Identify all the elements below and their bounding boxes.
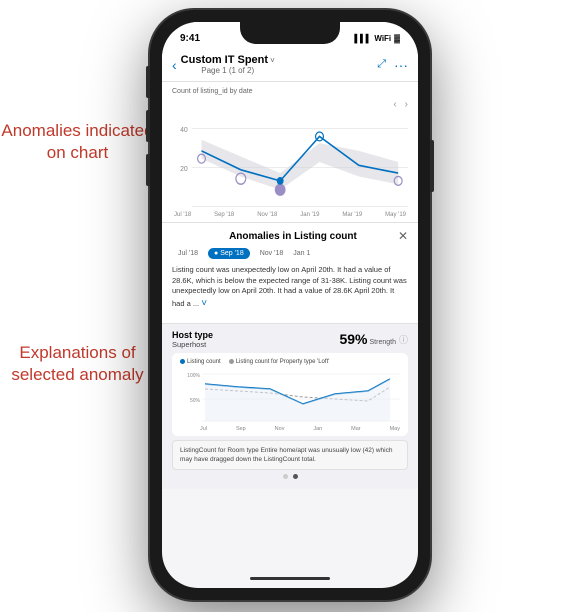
host-type-info: Host type Superhost: [172, 330, 213, 349]
phone-wrapper: 9:41 ▌▌▌ WiFi ▓ ‹ Custom IT Spent ˅: [150, 10, 430, 600]
svg-text:20: 20: [180, 163, 188, 173]
x-label-jan: Jan '19: [300, 212, 319, 218]
host-type-section: Host type Superhost 59% Strength ⓘ: [162, 323, 418, 489]
chevron-down-icon[interactable]: ˅: [270, 56, 275, 65]
anomaly-text: Listing count was unexpectedly low on Ap…: [172, 265, 408, 311]
nav-title-group: Custom IT Spent ˅ Page 1 (1 of 2): [181, 54, 275, 75]
info-icon[interactable]: ⓘ: [399, 333, 408, 346]
nav-subtitle: Page 1 (1 of 2): [181, 66, 275, 75]
annotation-bottom-line1: Explanations of: [19, 343, 135, 362]
annotation-top: Anomalies indicated on chart: [0, 120, 155, 164]
mini-chart-svg: 100% 50%: [180, 369, 400, 424]
nav-title: Custom IT Spent: [181, 54, 268, 66]
read-more-icon[interactable]: ˅: [201, 298, 207, 309]
anomaly-description: Listing count was unexpectedly low on Ap…: [172, 265, 407, 307]
annotation-top-line2: on chart: [47, 143, 108, 162]
mini-x-jul: Jul: [200, 426, 207, 432]
bottom-explanation: ListingCount for Room type Entire home/a…: [172, 440, 408, 470]
anomalies-panel: Anomalies in Listing count ✕ Jul '18 ● S…: [162, 222, 418, 323]
legend-dot-blue: [180, 359, 185, 364]
x-label-may: May '19: [385, 212, 406, 218]
legend-dot-gray: [229, 359, 234, 364]
svg-text:50%: 50%: [190, 398, 201, 404]
chart-x-labels: Jul '18 Sep '18 Nov '18 Jan '19 Mar '19 …: [172, 212, 408, 218]
legend-label-loft: Listing count for Property type 'Loft': [236, 359, 330, 365]
mini-x-nov: Nov: [275, 426, 285, 432]
annotation-bottom: Explanations of selected anomaly: [0, 342, 155, 386]
annotation-bottom-line2: selected anomaly: [11, 365, 143, 384]
mini-x-mar: Mar: [351, 426, 360, 432]
back-button[interactable]: ‹: [172, 57, 177, 73]
left-annotations: Anomalies indicated on chart Explanation…: [0, 0, 155, 612]
legend-label-listing: Listing count: [187, 359, 221, 365]
chart-section: Count of listing_id by date ‹ › 40 20: [162, 82, 418, 222]
svg-text:100%: 100%: [187, 373, 200, 379]
anomalies-header: Anomalies in Listing count ✕: [172, 229, 408, 243]
wifi-icon: WiFi: [374, 34, 391, 43]
legend-property-loft: Listing count for Property type 'Loft': [229, 359, 330, 365]
expand-icon[interactable]: ⤢: [377, 58, 386, 71]
tab-jul18[interactable]: Jul '18: [172, 248, 204, 259]
x-label-mar: Mar '19: [342, 212, 362, 218]
mini-chart-x-labels: Jul Sep Nov Jan Mar May: [180, 426, 400, 432]
host-type-row: Host type Superhost 59% Strength ⓘ: [172, 330, 408, 349]
anomalies-close-button[interactable]: ✕: [398, 229, 408, 243]
annotation-top-line1: Anomalies indicated: [1, 121, 153, 140]
mini-x-may: May: [390, 426, 400, 432]
chart-prev-btn[interactable]: ‹: [393, 99, 396, 110]
nav-title-area: ‹ Custom IT Spent ˅ Page 1 (1 of 2): [172, 54, 275, 75]
nav-right-icons: ⤢ ···: [377, 57, 408, 73]
chart-svg: 40 20: [172, 112, 408, 212]
signal-icon: ▌▌▌: [354, 34, 371, 43]
more-icon[interactable]: ···: [394, 57, 408, 73]
phone-outer: 9:41 ▌▌▌ WiFi ▓ ‹ Custom IT Spent ˅: [150, 10, 430, 600]
strength-percentage: 59%: [339, 331, 367, 347]
phone-screen: 9:41 ▌▌▌ WiFi ▓ ‹ Custom IT Spent ˅: [162, 22, 418, 588]
status-time: 9:41: [180, 33, 200, 44]
nav-bar: ‹ Custom IT Spent ˅ Page 1 (1 of 2) ⤢ ··…: [162, 50, 418, 82]
mini-chart-area: 100% 50%: [180, 369, 400, 424]
mini-chart-legend: Listing count Listing count for Property…: [180, 359, 400, 365]
host-type-value: Superhost: [172, 340, 213, 349]
strength-area: 59% Strength ⓘ: [339, 331, 408, 347]
notch: [240, 22, 340, 44]
mini-x-sep: Sep: [236, 426, 246, 432]
page-dot-2[interactable]: [293, 474, 298, 479]
explanation-text: ListingCount for Room type Entire home/a…: [180, 447, 392, 463]
chart-nav: ‹ ›: [172, 99, 408, 110]
chart-area: 40 20: [172, 112, 408, 212]
chart-label: Count of listing_id by date: [172, 88, 408, 95]
strength-info: 59% Strength: [339, 331, 396, 347]
tab-nov18[interactable]: Nov '18: [254, 248, 290, 259]
status-icons: ▌▌▌ WiFi ▓: [354, 34, 400, 43]
host-type-label: Host type: [172, 330, 213, 340]
x-label-sep: Sep '18: [214, 212, 234, 218]
mini-x-jan: Jan: [313, 426, 322, 432]
tab-pills: Jul '18 ● Sep '18 Nov '18 Jan 1: [172, 248, 408, 259]
tab-sep18[interactable]: ● Sep '18: [208, 248, 250, 259]
mini-chart-section: Listing count Listing count for Property…: [172, 353, 408, 436]
x-label-nov: Nov '18: [257, 212, 277, 218]
strength-label: Strength: [370, 339, 396, 346]
battery-icon: ▓: [394, 34, 400, 43]
svg-text:40: 40: [180, 125, 188, 135]
page-dot-1[interactable]: [283, 474, 288, 479]
tab-jan[interactable]: Jan 1: [293, 250, 310, 257]
home-indicator: [250, 577, 330, 580]
page-dots: [172, 470, 408, 483]
legend-listing-count: Listing count: [180, 359, 221, 365]
x-label-jul: Jul '18: [174, 212, 191, 218]
chart-next-btn[interactable]: ›: [405, 99, 408, 110]
anomalies-title: Anomalies in Listing count: [188, 231, 398, 242]
